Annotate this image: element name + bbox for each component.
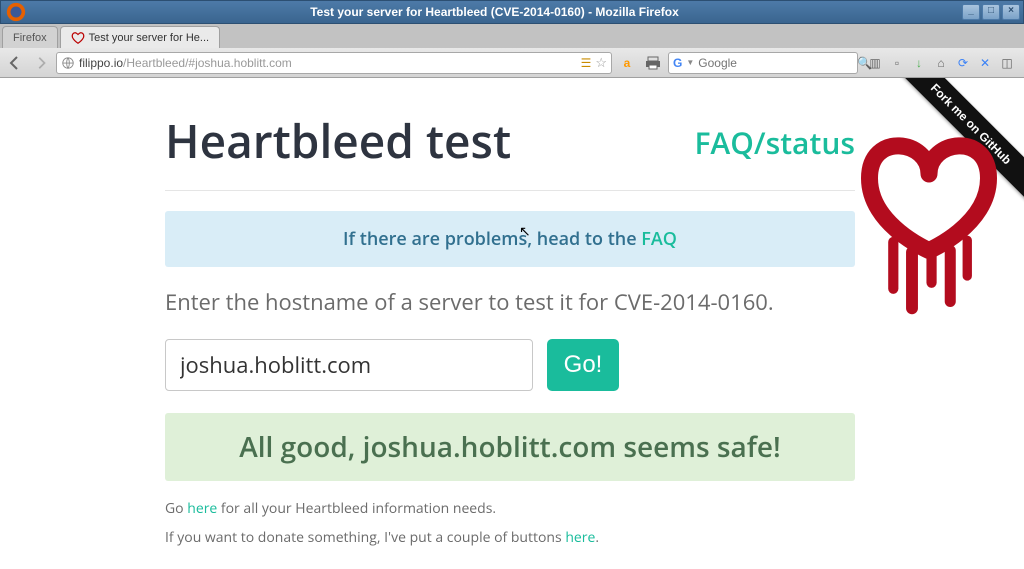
nav-toolbar: filippo.io/Heartbleed/#joshua.hoblitt.co… xyxy=(0,48,1024,78)
clone-icon[interactable]: ◫ xyxy=(998,54,1016,72)
star-bookmark-icon[interactable]: ☆ xyxy=(595,55,607,71)
search-input[interactable] xyxy=(698,56,853,70)
amazon-shortcut-icon[interactable]: a xyxy=(616,52,638,74)
minimize-button[interactable]: _ xyxy=(962,4,980,20)
home-icon[interactable]: ⌂ xyxy=(932,54,950,72)
back-button[interactable] xyxy=(4,52,26,74)
forward-arrow-icon xyxy=(34,56,48,70)
divider xyxy=(165,190,855,191)
rss-icon[interactable]: ☰ xyxy=(581,56,592,70)
tab-strip: Firefox Test your server for He... xyxy=(0,24,1024,48)
maximize-button[interactable]: □ xyxy=(982,4,1000,20)
url-bar[interactable]: filippo.io/Heartbleed/#joshua.hoblitt.co… xyxy=(56,52,612,74)
result-alert: All good, joshua.hoblitt.com seems safe! xyxy=(165,413,855,481)
heartbleed-favicon-icon xyxy=(71,31,85,45)
info-footnote-1: Go here for all your Heartbleed informat… xyxy=(165,499,855,518)
window-icon[interactable]: ▫ xyxy=(888,54,906,72)
hostname-input[interactable] xyxy=(165,339,533,391)
back-arrow-icon xyxy=(7,55,23,71)
firefox-icon xyxy=(5,1,27,23)
print-icon[interactable] xyxy=(642,52,664,74)
downloads-icon[interactable]: ↓ xyxy=(910,54,928,72)
stop-icon[interactable]: ✕ xyxy=(976,54,994,72)
here-link-2[interactable]: here xyxy=(565,528,595,547)
dropdown-icon[interactable]: ▼ xyxy=(686,58,694,67)
page-title: Heartbleed test xyxy=(165,110,511,172)
google-icon: G xyxy=(673,56,682,70)
search-box[interactable]: G ▼ 🔍 xyxy=(668,52,858,74)
here-link-1[interactable]: here xyxy=(187,499,217,518)
go-button[interactable]: Go! xyxy=(547,339,619,391)
faq-link[interactable]: FAQ xyxy=(641,227,677,251)
tab-firefox-menu[interactable]: Firefox xyxy=(2,26,58,48)
tab-heartbleed[interactable]: Test your server for He... xyxy=(60,26,220,48)
url-text: filippo.io/Heartbleed/#joshua.hoblitt.co… xyxy=(79,56,577,70)
info-alert: If there are problems, head to the FAQ xyxy=(165,211,855,267)
printer-icon xyxy=(645,56,661,70)
close-button[interactable]: × xyxy=(1002,4,1020,20)
window-titlebar: Test your server for Heartbleed (CVE-201… xyxy=(0,0,1024,24)
tab-label: Firefox xyxy=(13,32,47,44)
info-footnote-2: If you want to donate something, I've pu… xyxy=(165,528,855,547)
window-title: Test your server for Heartbleed (CVE-201… xyxy=(27,5,962,19)
forward-button[interactable] xyxy=(30,52,52,74)
refresh-icon[interactable]: ⟳ xyxy=(954,54,972,72)
tab-label: Test your server for He... xyxy=(89,32,209,44)
heartbleed-logo-icon xyxy=(844,123,1014,319)
faq-status-link[interactable]: FAQ/status xyxy=(694,122,855,163)
lead-text: Enter the hostname of a server to test i… xyxy=(165,287,855,317)
library-icon[interactable]: ▥ xyxy=(866,54,884,72)
globe-icon xyxy=(61,56,75,70)
page-content: Fork me on GitHub Heartbleed test FAQ/st… xyxy=(0,78,1024,569)
